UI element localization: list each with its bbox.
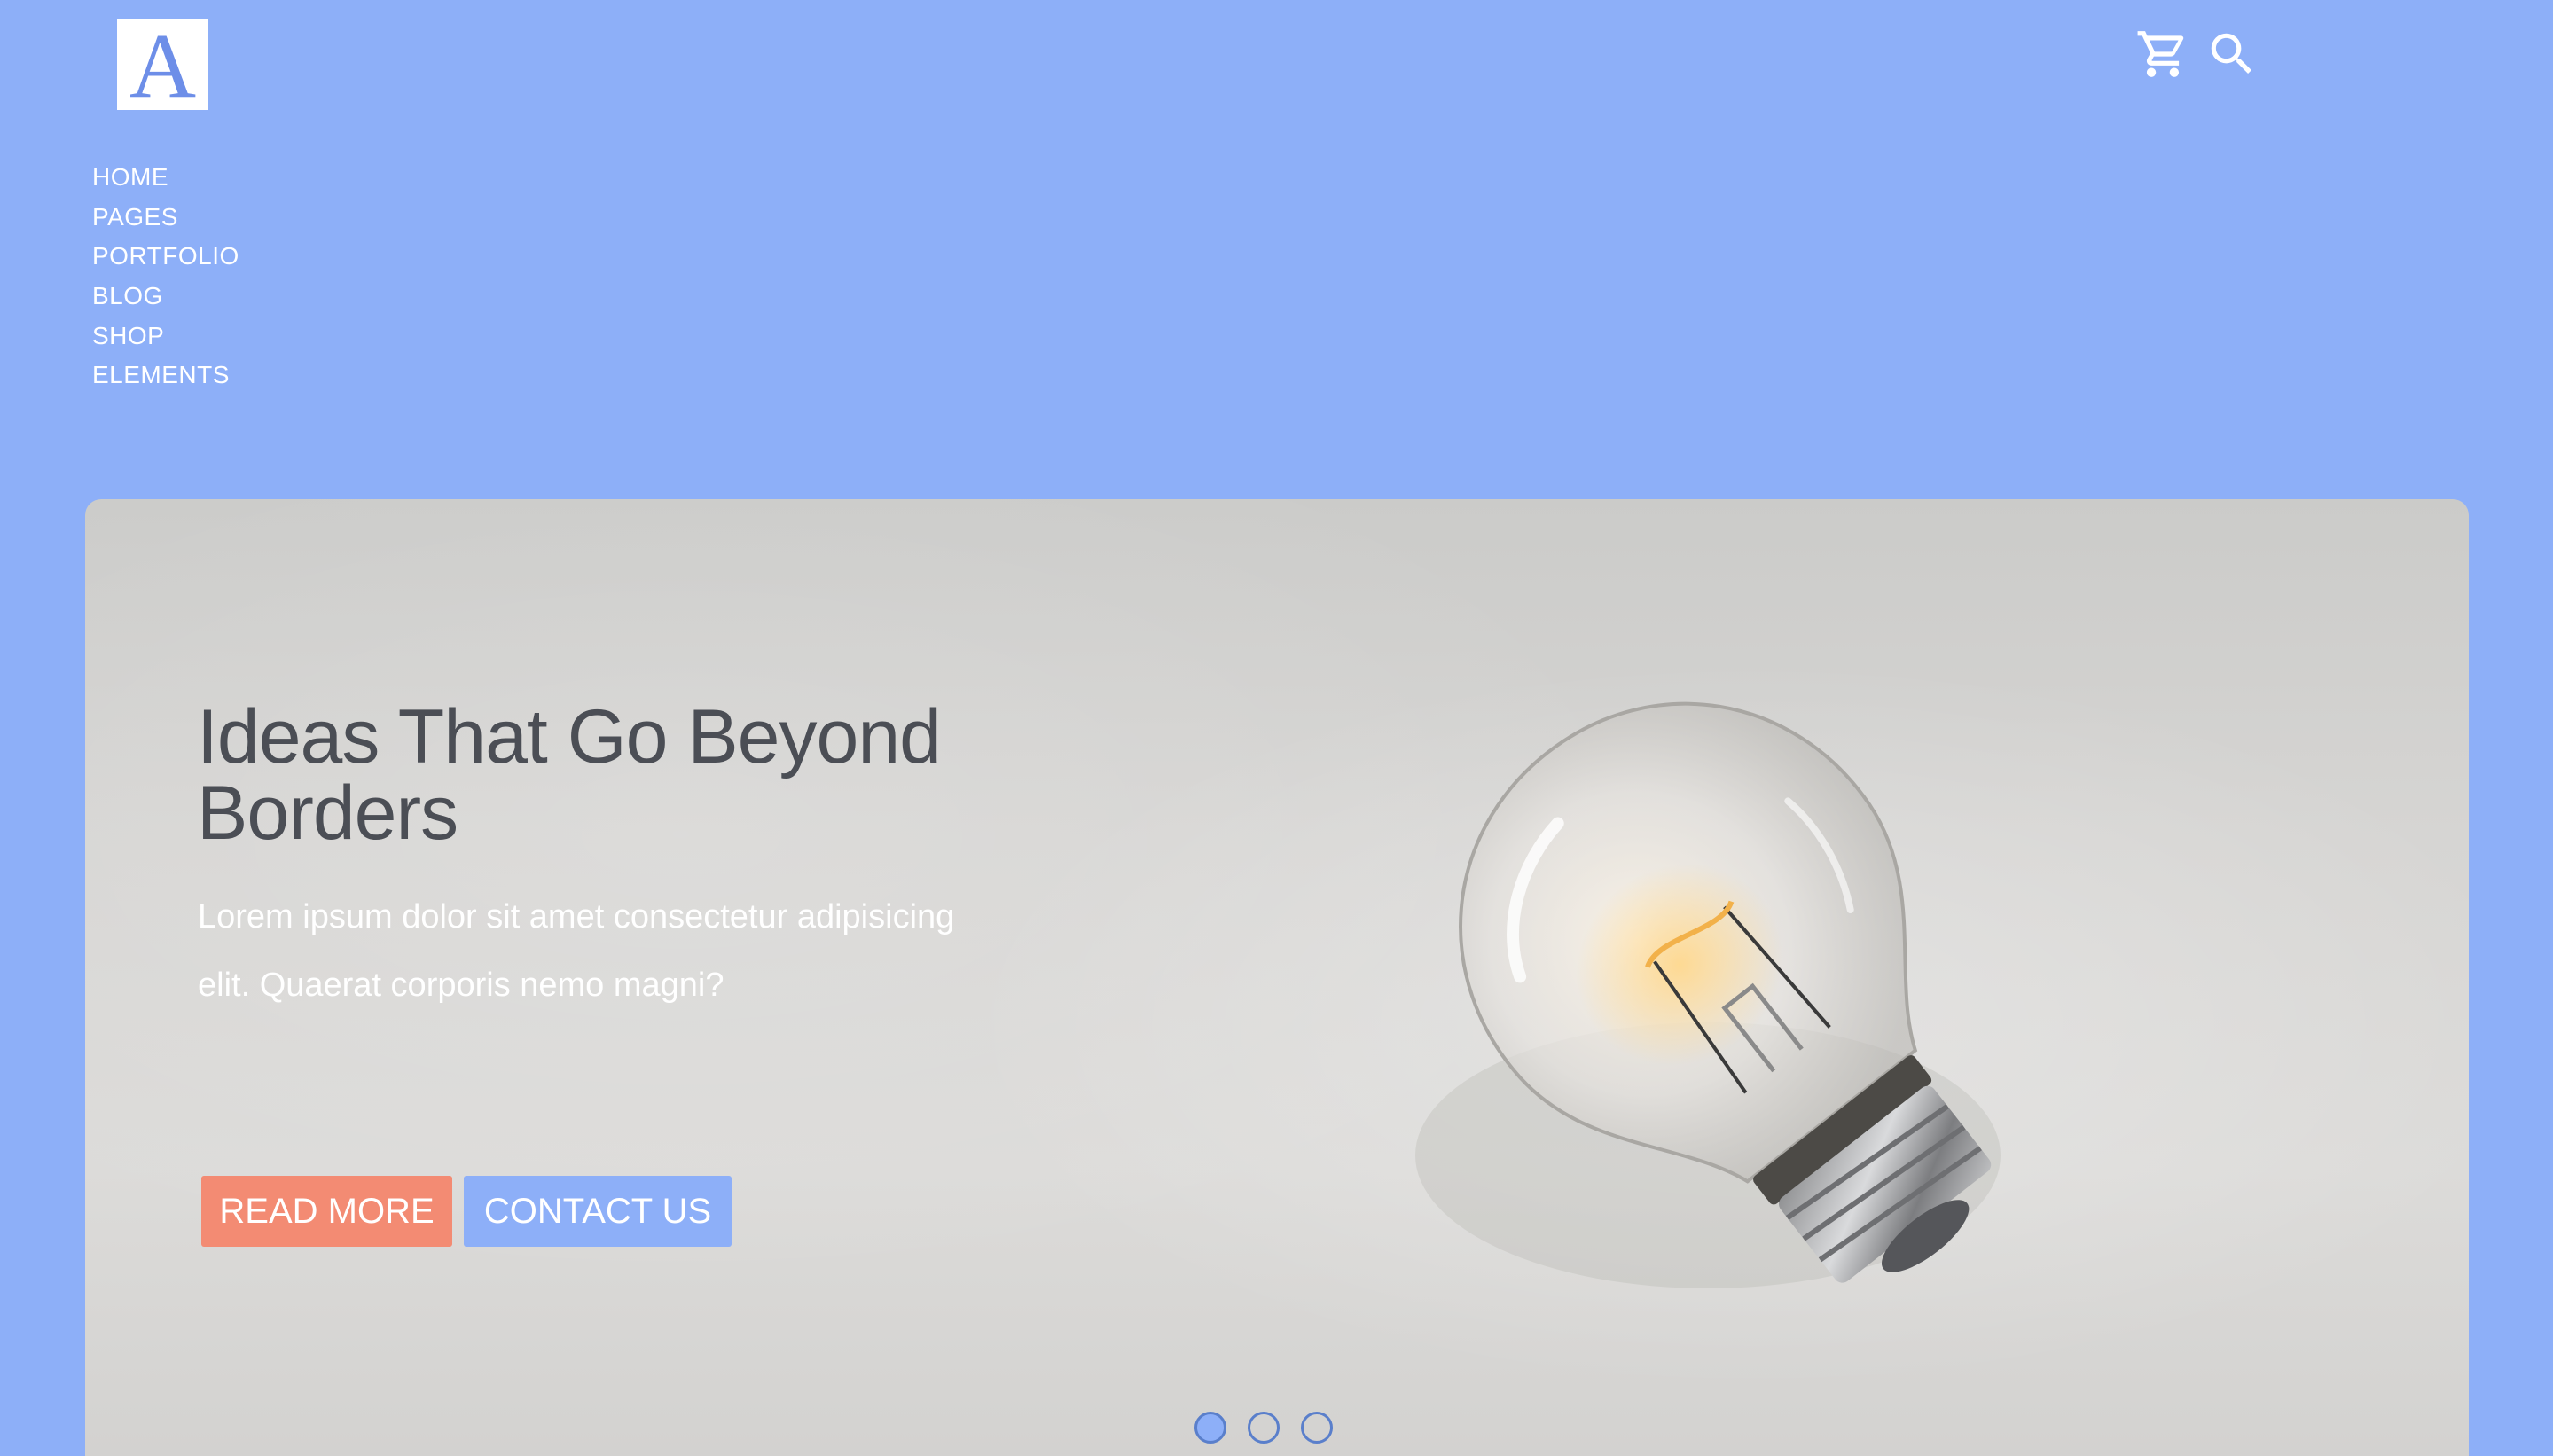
header-icons (2135, 27, 2259, 82)
light-bulb-image (1415, 701, 2001, 1288)
slider-pagination (1194, 1412, 1333, 1444)
page: A HOME PAGES PORTFOLIO BLOG SHOP ELEMENT… (0, 0, 2553, 1456)
slide-dot-2[interactable] (1248, 1412, 1280, 1444)
nav-link-blog[interactable]: BLOG (92, 278, 163, 314)
main-nav: HOME PAGES PORTFOLIO BLOG SHOP ELEMENTS (92, 160, 239, 397)
nav-link-portfolio[interactable]: PORTFOLIO (92, 239, 239, 274)
slide-dot-3[interactable] (1301, 1412, 1333, 1444)
read-more-button[interactable]: READ MORE (201, 1176, 452, 1247)
cart-icon[interactable] (2135, 27, 2190, 82)
contact-us-button[interactable]: CONTACT US (464, 1176, 732, 1247)
nav-link-home[interactable]: HOME (92, 160, 168, 195)
hero-slider: Ideas That Go Beyond Borders Lorem ipsum… (85, 499, 2469, 1456)
site-logo[interactable]: A (117, 14, 208, 117)
nav-item-shop: SHOP (92, 318, 239, 358)
logo-letter: A (129, 14, 197, 117)
nav-link-pages[interactable]: PAGES (92, 200, 178, 235)
nav-link-shop[interactable]: SHOP (92, 318, 164, 354)
nav-link-elements[interactable]: ELEMENTS (92, 357, 230, 393)
hero-title: Ideas That Go Beyond Borders (197, 694, 942, 856)
nav-item-elements: ELEMENTS (92, 357, 239, 397)
nav-item-home: HOME (92, 160, 239, 200)
slide-dot-1[interactable] (1194, 1412, 1226, 1444)
nav-item-pages: PAGES (92, 200, 239, 239)
search-icon[interactable] (2205, 27, 2259, 82)
hero-description: Lorem ipsum dolor sit amet consectetur a… (198, 898, 955, 1004)
nav-item-portfolio: PORTFOLIO (92, 239, 239, 278)
nav-item-blog: BLOG (92, 278, 239, 318)
